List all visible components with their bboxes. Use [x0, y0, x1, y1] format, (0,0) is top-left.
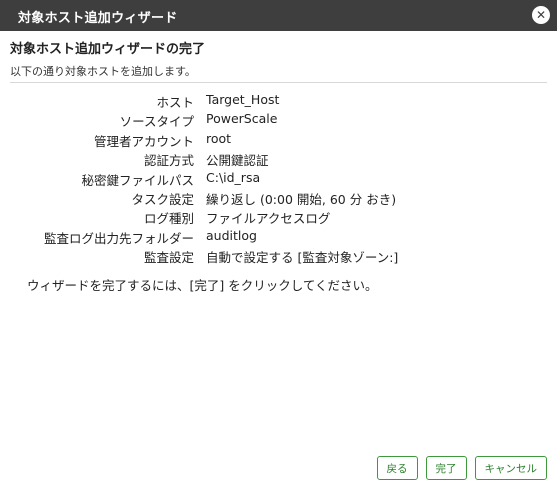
button-bar: 戻る 完了 キャンセル: [376, 456, 547, 480]
summary-label: 監査ログ出力先フォルダー: [43, 230, 194, 246]
page-subtitle: 以下の通り対象ホストを追加します。: [10, 65, 196, 78]
summary-row-audit-settings: 監査設定 自動で設定する [監査対象ゾーン:]: [0, 246, 557, 265]
summary-row-source-type: ソースタイプ PowerScale: [0, 110, 557, 129]
divider: [10, 82, 547, 83]
summary-label: ホスト: [156, 95, 194, 110]
summary-value: PowerScale: [206, 111, 278, 127]
summary-value: ファイルアクセスログ: [206, 211, 331, 227]
summary-row-log-type: ログ種別 ファイルアクセスログ: [0, 207, 557, 226]
summary-row-admin-account: 管理者アカウント root: [0, 130, 557, 149]
summary-row-task-settings: タスク設定 繰り返し (0:00 開始, 60 分 おき): [0, 188, 557, 207]
summary-row-host: ホスト Target_Host: [0, 91, 557, 110]
summary-label: 秘密鍵ファイルパス: [81, 172, 194, 188]
window-title: 対象ホスト追加ウィザード: [18, 11, 178, 26]
back-button[interactable]: 戻る: [376, 456, 418, 480]
summary-row-private-key-path: 秘密鍵ファイルパス C:\id_rsa: [0, 169, 557, 188]
summary-row-audit-log-folder: 監査ログ出力先フォルダー auditlog: [0, 227, 557, 246]
close-icon[interactable]: ✕: [532, 6, 550, 24]
summary-value: 繰り返し (0:00 開始, 60 分 おき): [206, 191, 397, 207]
summary-label: タスク設定: [131, 191, 194, 207]
summary-label: 管理者アカウント: [93, 133, 194, 149]
summary-value: Target_Host: [206, 92, 280, 107]
summary-value: 自動で設定する [監査対象ゾーン:]: [206, 250, 399, 266]
summary-value: auditlog: [206, 227, 257, 243]
summary-label: ソースタイプ: [119, 114, 194, 130]
wizard-dialog: 対象ホスト追加ウィザード ✕ 対象ホスト追加ウィザードの完了 以下の通り対象ホス…: [0, 0, 557, 487]
summary-label: ログ種別: [143, 211, 194, 227]
summary-label: 監査設定: [143, 250, 194, 266]
summary-row-auth-method: 認証方式 公開鍵認証: [0, 149, 557, 168]
summary-label: 認証方式: [143, 153, 194, 169]
page-title: 対象ホスト追加ウィザードの完了: [10, 42, 206, 57]
summary-list: ホスト Target_Host ソースタイプ PowerScale 管理者アカウ…: [0, 91, 557, 266]
summary-value: C:\id_rsa: [206, 169, 261, 185]
instruction-text: ウィザードを完了するには、[完了] をクリックしてください。: [27, 278, 378, 293]
summary-value: 公開鍵認証: [206, 153, 269, 169]
title-bar: 対象ホスト追加ウィザード ✕: [0, 0, 557, 31]
finish-button[interactable]: 完了: [425, 456, 467, 480]
cancel-button[interactable]: キャンセル: [474, 456, 547, 480]
summary-value: root: [206, 130, 232, 146]
